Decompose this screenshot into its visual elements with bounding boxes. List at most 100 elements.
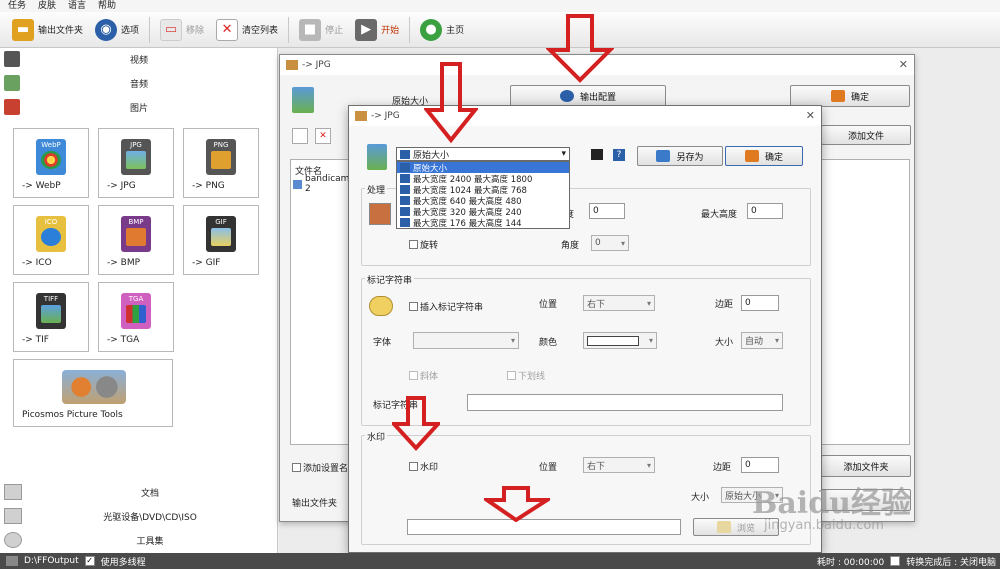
output-folder-label: 输出文件夹: [292, 499, 338, 509]
category-video[interactable]: 视频: [0, 48, 278, 70]
add-file-button[interactable]: 添加文件: [821, 125, 911, 145]
browse-folder-icon: [716, 521, 731, 533]
save-as-button[interactable]: 另存为: [637, 146, 723, 166]
options-icon: ◉: [95, 18, 118, 41]
size-option-icon: [400, 218, 410, 227]
dialog-format-icon: [367, 144, 387, 170]
category-image[interactable]: 图片: [0, 96, 278, 118]
color-swatch: [587, 335, 639, 346]
dropdown-option[interactable]: 最大宽度 2400 最大高度 1800: [397, 173, 569, 185]
elapsed-time: 耗时 : 00:00:00: [817, 557, 885, 568]
watermark-checkbox[interactable]: 水印: [409, 460, 438, 473]
tile-picosmos[interactable]: Picosmos Picture Tools: [13, 359, 173, 427]
arrow-right-icon: [830, 90, 845, 102]
add-folder-button[interactable]: 添加文件夹: [821, 455, 911, 477]
dropdown-option[interactable]: 最大宽度 1024 最大高度 768: [397, 184, 569, 196]
output-folder-button[interactable]: ▬ 输出文件夹: [6, 15, 89, 45]
window1-ok-button[interactable]: 确定: [790, 85, 910, 107]
add-icon[interactable]: [292, 128, 308, 144]
remove-button[interactable]: ▭ 移除: [154, 15, 210, 45]
baidu-watermark: Baidu经验 jingyan.baidu.com: [752, 486, 911, 533]
ico-icon: ICO: [36, 216, 66, 252]
folder-small-icon: [6, 556, 18, 566]
font-select[interactable]: [413, 332, 519, 349]
dialog-ok-button[interactable]: 确定: [725, 146, 803, 166]
underline-checkbox[interactable]: 下划线: [507, 369, 545, 382]
menu-help[interactable]: 帮助: [98, 0, 116, 12]
tile-ico[interactable]: ICO -> ICO: [13, 205, 89, 275]
category-audio[interactable]: 音频: [0, 72, 278, 94]
italic-checkbox[interactable]: 斜体: [409, 369, 438, 382]
clear-icon: ✕: [216, 18, 239, 41]
marker-position-select[interactable]: 右下: [583, 295, 655, 311]
after-done-checkbox[interactable]: [890, 556, 901, 566]
dialog-title-bar: -> JPG ✕: [349, 106, 821, 126]
clear-list-button[interactable]: ✕ 清空列表: [210, 15, 284, 45]
dropdown-option[interactable]: 最大宽度 320 最大高度 240: [397, 206, 569, 218]
multithread-checkbox[interactable]: ✓: [84, 556, 95, 566]
marker-size-label: 大小: [715, 338, 734, 348]
color-select[interactable]: [583, 332, 657, 349]
stop-button[interactable]: ■ 停止: [293, 15, 349, 45]
home-globe-icon: ●: [420, 18, 443, 41]
webp-icon: WebP: [36, 139, 66, 175]
marker-string-input[interactable]: [467, 394, 783, 411]
dialog-icon: [355, 111, 367, 121]
max-height-input[interactable]: 0: [747, 203, 783, 219]
start-button[interactable]: ▶ 开始: [349, 15, 405, 45]
after-done-label: 转换完成后 : 关闭电脑: [906, 557, 996, 568]
watermark-position-select[interactable]: 右下: [583, 457, 655, 473]
dropdown-option[interactable]: 最大宽度 640 最大高度 480: [397, 195, 569, 207]
marker-margin-input[interactable]: 0: [741, 295, 779, 311]
close-icon[interactable]: ✕: [899, 58, 908, 71]
size-option-icon: [400, 196, 410, 205]
menu-language[interactable]: 语言: [68, 0, 86, 12]
jpg-icon: JPG: [121, 139, 151, 175]
marker-size-select[interactable]: 自动: [741, 332, 783, 349]
table-row[interactable]: bandicam 2: [293, 174, 353, 194]
tile-png[interactable]: PNG -> PNG: [183, 128, 259, 198]
size-option-icon: [400, 163, 410, 172]
tile-webp[interactable]: WebP -> WebP: [13, 128, 89, 198]
marker-margin-label: 边距: [715, 300, 734, 310]
menu-skin[interactable]: 皮肤: [38, 0, 56, 12]
output-config-button[interactable]: 输出配置: [510, 85, 666, 107]
annotation-arrow-down-icon: [546, 14, 614, 83]
category-optical[interactable]: 光驱设备\DVD\CD\ISO: [0, 504, 278, 528]
left-panel: 视频 音频 图片 WebP -> WebP JPG -> JPG PNG -> …: [0, 48, 278, 553]
picosmos-icon: [62, 370, 126, 404]
tile-tga[interactable]: TGA -> TGA: [98, 282, 174, 352]
arrow-right-icon: [744, 150, 759, 162]
tile-gif[interactable]: GIF -> GIF: [183, 205, 259, 275]
status-bar: D:\FFOutput ✓ 使用多线程 耗时 : 00:00:00 转换完成后 …: [0, 553, 1000, 569]
delete-icon[interactable]: ✕: [315, 128, 331, 144]
category-document[interactable]: 文档: [0, 480, 278, 504]
home-button[interactable]: ● 主页: [414, 15, 470, 45]
menu-task[interactable]: 任务: [8, 0, 26, 12]
rotate-checkbox[interactable]: 旋转: [409, 238, 438, 251]
insert-marker-checkbox[interactable]: 插入标记字符串: [409, 300, 483, 313]
tile-jpg[interactable]: JPG -> JPG: [98, 128, 174, 198]
toolbar-separator: [149, 16, 151, 43]
watermark-position-label: 位置: [539, 463, 558, 473]
image-file-icon: [293, 179, 303, 189]
tga-icon: TGA: [121, 293, 151, 329]
watermark-margin-input[interactable]: 0: [741, 457, 779, 473]
bmp-icon: BMP: [121, 216, 151, 252]
width-input[interactable]: 0: [589, 203, 625, 219]
dialog-close-icon[interactable]: ✕: [806, 109, 815, 122]
info-icon[interactable]: [591, 149, 603, 160]
help-icon[interactable]: ?: [613, 149, 625, 161]
annotation-arrow-down-icon: [484, 486, 550, 522]
dropdown-option[interactable]: 原始大小: [397, 162, 569, 174]
category-toolset[interactable]: 工具集: [0, 528, 278, 552]
tile-bmp[interactable]: BMP -> BMP: [98, 205, 174, 275]
tile-tif[interactable]: TIFF -> TIF: [13, 282, 89, 352]
png-icon: PNG: [206, 139, 236, 175]
add-settings-checkbox[interactable]: 添加设置名: [292, 461, 348, 474]
options-button[interactable]: ◉ 选项: [89, 15, 145, 45]
output-path[interactable]: D:\FFOutput: [24, 556, 79, 566]
angle-select[interactable]: 0: [591, 235, 629, 251]
size-preset-dropdown[interactable]: 原始大小: [396, 147, 570, 161]
dropdown-option[interactable]: 最大宽度 176 最大高度 144: [397, 217, 569, 229]
